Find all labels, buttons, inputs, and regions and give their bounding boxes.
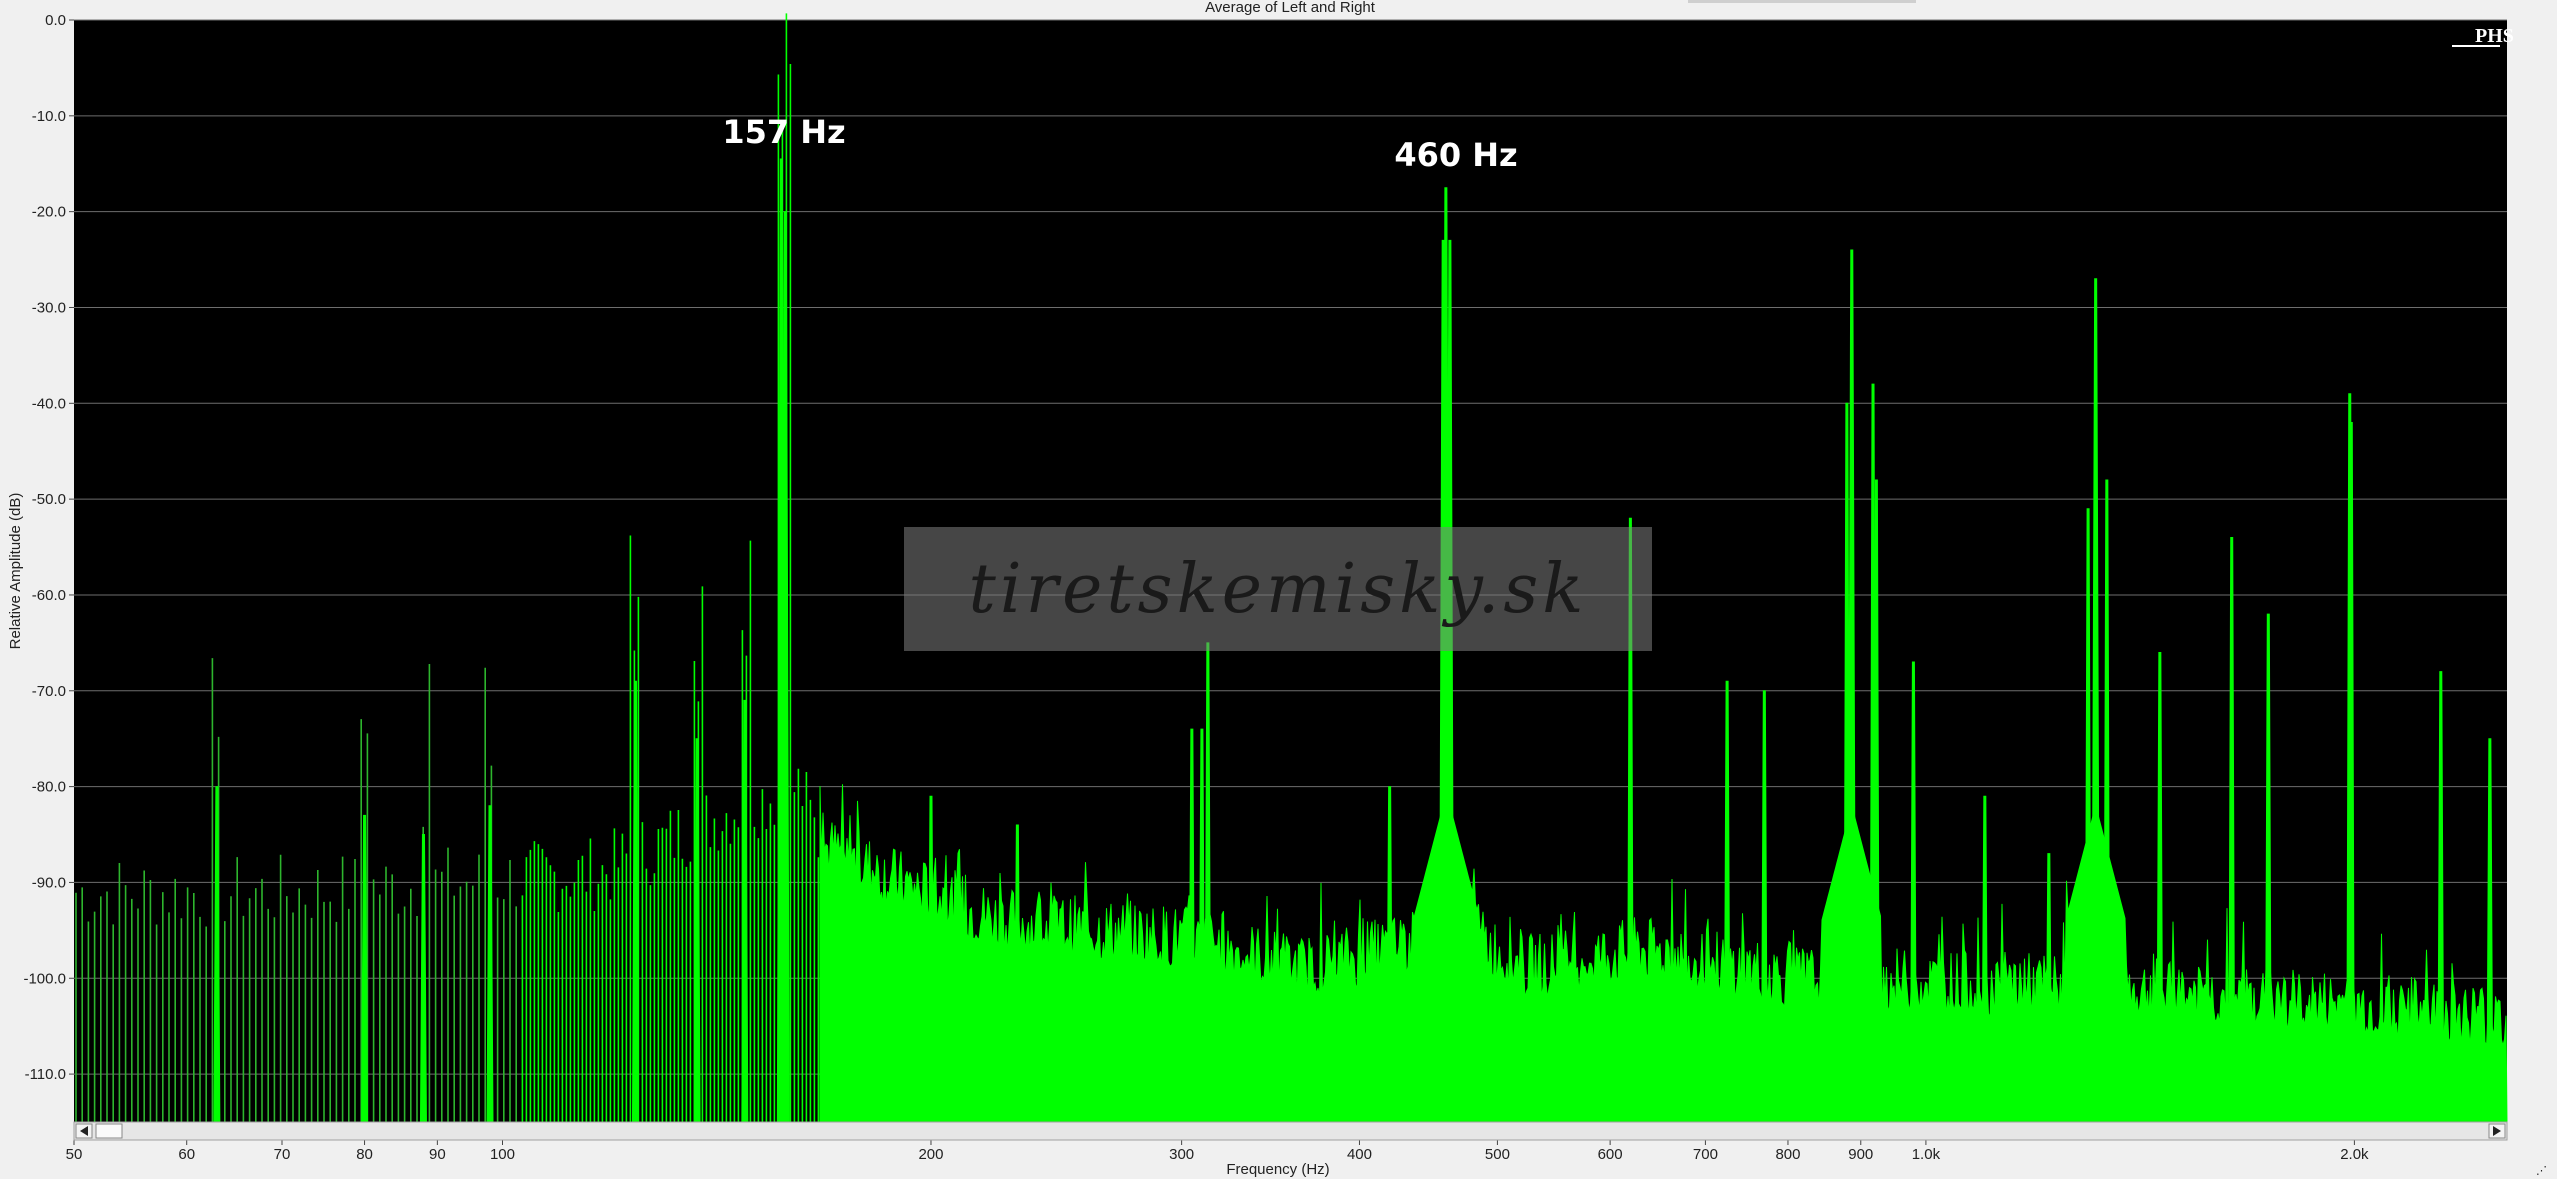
watermark: tiretskemisky.sk [904,527,1652,651]
resize-grip-icon: ⋰ [2536,1165,2547,1177]
x-tick-label: 600 [1598,1146,1623,1163]
y-tick-label: 0.0 [45,12,66,29]
peak-label-157hz: 157 Hz [722,113,845,151]
y-tick-label: -110.0 [25,1066,66,1083]
x-tick-label: 700 [1693,1146,1718,1163]
scrollbar-thumb[interactable] [95,1123,123,1139]
y-tick-label: -20.0 [32,204,66,221]
y-tick-label: -100.0 [23,970,66,987]
x-tick-label: 900 [1848,1146,1873,1163]
y-tick-label: -50.0 [32,491,66,508]
x-tick-label: 90 [429,1146,446,1163]
x-tick-label: 200 [918,1146,943,1163]
x-tick-label: 1.0k [1912,1146,1941,1163]
y-tick-label: -30.0 [32,299,66,316]
title-bar-edge [1688,0,1916,3]
y-tick-label: -40.0 [32,395,66,412]
chart-title: Average of Left and Right [1205,0,1376,16]
x-tick-label: 70 [274,1146,291,1163]
x-tick-label: 60 [178,1146,195,1163]
y-tick-label: -70.0 [32,683,66,700]
x-tick-label: 2.0k [2340,1146,2369,1163]
scrollbar-track[interactable] [73,1121,2508,1141]
y-tick-label: -60.0 [32,587,66,604]
x-tick-label: 100 [490,1146,515,1163]
phs-badge-text: PHS [2475,25,2514,47]
peak-label-460hz: 460 Hz [1394,136,1517,174]
x-axis-title: Frequency (Hz) [1226,1161,1329,1178]
x-tick-label: 300 [1169,1146,1194,1163]
y-tick-label: -10.0 [32,108,66,125]
y-axis-title: Relative Amplitude (dB) [7,493,24,650]
y-tick-label: -80.0 [32,779,66,796]
x-tick-label: 400 [1347,1146,1372,1163]
horizontal-scrollbar[interactable] [73,1121,2508,1141]
x-tick-label: 50 [66,1146,83,1163]
x-tick-label: 80 [356,1146,373,1163]
watermark-text: tiretskemisky.sk [969,550,1588,629]
chart: tiretskemisky.sk 157 Hz 460 Hz PHS Avera… [0,0,2557,1179]
x-tick-label: 800 [1775,1146,1800,1163]
y-tick-label: -90.0 [32,874,66,891]
x-tick-label: 500 [1485,1146,1510,1163]
